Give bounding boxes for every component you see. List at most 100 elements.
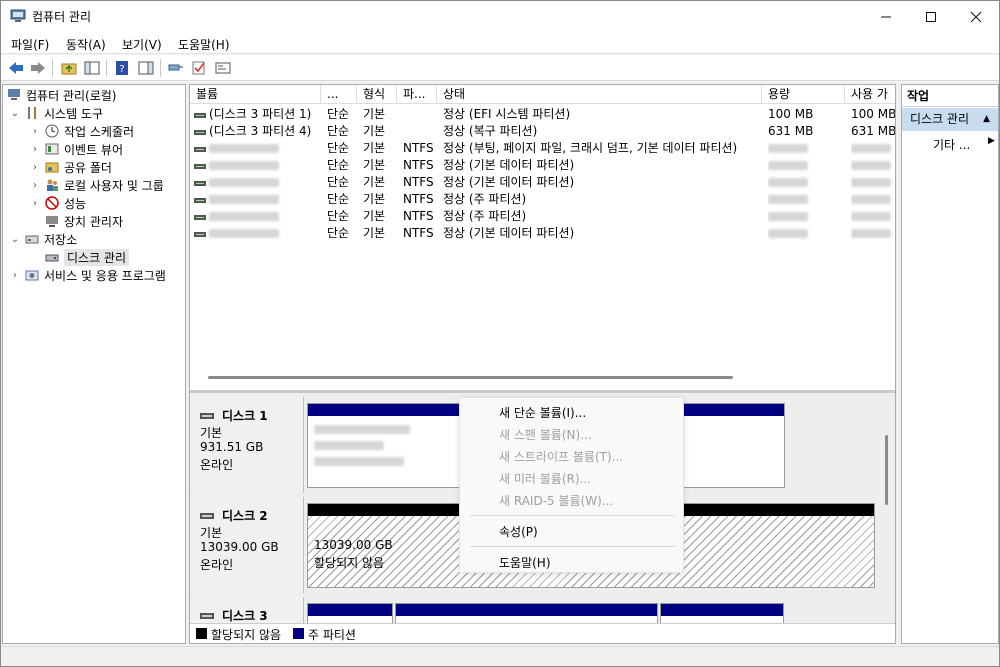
up-folder-icon: [61, 63, 77, 75]
volume-icon: [194, 112, 206, 118]
table-row[interactable]: (디스크 3 파티션 4) 단순 기본 정상 (복구 파티션) 631 MB 631 MB: [190, 123, 895, 140]
redacted-text: [851, 161, 891, 170]
column-header-free[interactable]: 사용 가: [845, 85, 895, 104]
volume-icon: [194, 214, 206, 220]
column-header-type[interactable]: 형식: [357, 85, 397, 104]
forward-button[interactable]: [28, 58, 48, 78]
tree-item-event-viewer[interactable]: › 이벤트 뷰어: [29, 140, 123, 158]
redacted-text: [209, 229, 279, 238]
tree-item-shared-folders[interactable]: › 공유 폴더: [29, 158, 112, 176]
maximize-button[interactable]: [908, 1, 954, 32]
action-pane-button[interactable]: [136, 58, 156, 78]
back-button[interactable]: [6, 58, 26, 78]
maximize-icon: [926, 11, 936, 22]
collapse-up-icon[interactable]: ▲: [983, 108, 990, 131]
show-tree-button[interactable]: [82, 58, 102, 78]
column-header-status[interactable]: 상태: [437, 85, 762, 104]
column-header-volume[interactable]: 볼륨: [190, 85, 321, 104]
performance-icon: [45, 196, 59, 210]
chevron-down-icon[interactable]: ⌄: [9, 234, 21, 245]
cell-status: 정상 (EFI 시스템 파티션): [443, 107, 571, 121]
column-header-layout[interactable]: ...: [321, 85, 357, 104]
menu-properties[interactable]: 속성(P): [499, 523, 538, 540]
chevron-right-icon[interactable]: ›: [29, 198, 41, 209]
tree-item-system-tools[interactable]: ⌄ 시스템 도구: [9, 104, 103, 122]
redacted-text: [768, 178, 808, 187]
chevron-right-icon[interactable]: ›: [29, 144, 41, 155]
title-bar: 컴퓨터 관리: [1, 1, 999, 32]
table-row[interactable]: 단순 기본 NTFS 정상 (주 파티션): [190, 191, 895, 208]
disk-3-partition-3[interactable]: [660, 603, 784, 623]
disk-3-label[interactable]: 디스크 3: [190, 597, 304, 623]
toolbar-separator: [106, 59, 107, 77]
action-section-disk-management[interactable]: 디스크 관리 ▲: [902, 108, 998, 131]
menu-separator: [470, 546, 675, 547]
menu-view[interactable]: 보기(V): [122, 36, 162, 53]
table-row[interactable]: 단순 기본 NTFS 정상 (주 파티션): [190, 208, 895, 225]
table-row[interactable]: 단순 기본 NTFS 정상 (기본 데이터 파티션): [190, 174, 895, 191]
storage-icon: [25, 235, 39, 244]
redacted-text: [768, 212, 808, 221]
help-button[interactable]: ?: [112, 58, 132, 78]
horizontal-scrollbar[interactable]: [208, 376, 733, 379]
show-tree-icon: [84, 61, 100, 75]
disk-icon: [200, 412, 214, 419]
table-row[interactable]: 단순 기본 NTFS 정상 (기본 데이터 파티션): [190, 225, 895, 242]
cell-fs: [403, 123, 437, 140]
close-button[interactable]: [953, 1, 999, 32]
redacted-text: [209, 195, 279, 204]
menu-help[interactable]: 도움말(H): [178, 36, 230, 53]
cell-capacity: [768, 140, 845, 157]
menu-file[interactable]: 파일(F): [11, 36, 49, 53]
chevron-right-icon[interactable]: ›: [9, 270, 21, 281]
vertical-scrollbar[interactable]: [885, 435, 888, 505]
tree-item-task-scheduler[interactable]: › 작업 스케줄러: [29, 122, 134, 140]
minimize-button[interactable]: [863, 1, 909, 32]
volume-icon: [194, 146, 206, 152]
event-viewer-icon: [45, 143, 59, 155]
chevron-right-icon[interactable]: ›: [29, 180, 41, 191]
cell-volume: [194, 208, 321, 225]
tree-item-performance[interactable]: › 성능: [29, 194, 86, 212]
menu-new-simple-volume[interactable]: 새 단순 볼륨(I)...: [499, 404, 586, 421]
menu-action[interactable]: 동작(A): [66, 36, 106, 53]
properties-button[interactable]: [213, 58, 233, 78]
volume-icon: [194, 197, 206, 203]
disk-1-label[interactable]: 디스크 1 기본 931.51 GB 온라인: [190, 397, 304, 493]
menu-help-item[interactable]: 도움말(H): [499, 554, 551, 571]
chevron-right-icon[interactable]: ›: [29, 162, 41, 173]
cell-type: 기본: [363, 124, 386, 138]
cell-fs: NTFS: [403, 226, 434, 240]
up-folder-button[interactable]: [59, 58, 79, 78]
properties-icon: [215, 62, 231, 74]
check-icon: [192, 61, 205, 75]
tree-item-root[interactable]: 컴퓨터 관리(로컬): [5, 86, 116, 104]
column-header-capacity[interactable]: 용량: [762, 85, 845, 104]
toolbar: ?: [1, 55, 999, 81]
chevron-right-icon[interactable]: ›: [29, 126, 41, 137]
tree-item-device-manager[interactable]: 장치 관리자: [41, 212, 123, 230]
connect-button[interactable]: [166, 58, 186, 78]
check-button[interactable]: [189, 58, 209, 78]
disk-3-partition-2[interactable]: [395, 603, 658, 623]
primary-partition-bar: [661, 604, 783, 616]
tree-item-local-users[interactable]: › 로컬 사용자 및 그룹: [29, 176, 164, 194]
table-row[interactable]: 단순 기본 NTFS 정상 (부팅, 페이지 파일, 크래시 덤프, 기본 데이터 파…: [190, 140, 895, 157]
cell-type: 기본: [363, 141, 386, 155]
redacted-text: [209, 144, 279, 153]
tree-item-disk-management[interactable]: 디스크 관리: [41, 248, 130, 266]
forward-icon: [31, 62, 45, 74]
disk-3-partition-1[interactable]: [307, 603, 393, 623]
action-more[interactable]: 기타 ... ▶: [933, 136, 995, 153]
cell-layout: 단순: [327, 226, 350, 240]
disk-2-label[interactable]: 디스크 2 기본 13039.00 GB 온라인: [190, 497, 304, 593]
tree-item-services[interactable]: › 서비스 및 응용 프로그램: [9, 266, 166, 284]
column-header-filesystem[interactable]: 파...: [397, 85, 437, 104]
cell-layout: 단순: [327, 209, 350, 223]
table-row[interactable]: 단순 기본 NTFS 정상 (기본 데이터 파티션): [190, 157, 895, 174]
chevron-down-icon[interactable]: ⌄: [9, 108, 21, 119]
volume-icon: [194, 231, 206, 237]
tree-item-storage[interactable]: ⌄ 저장소: [9, 230, 77, 248]
close-icon: [970, 11, 982, 22]
table-row[interactable]: (디스크 3 파티션 1) 단순 기본 정상 (EFI 시스템 파티션) 100 MB 1…: [190, 106, 895, 123]
